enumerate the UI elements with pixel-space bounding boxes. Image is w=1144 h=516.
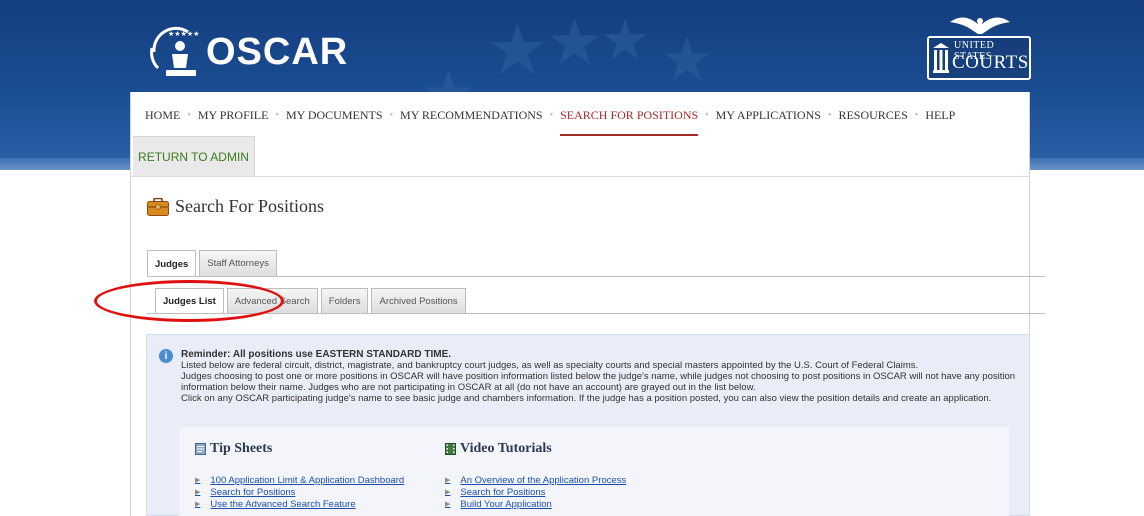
primary-tabs: Judges Staff Attorneys: [147, 250, 280, 277]
nav-separator: •: [827, 110, 832, 121]
video-tutorial-link[interactable]: ▶ Search for Positions: [445, 487, 626, 499]
tip-sheets-title: Tip Sheets: [210, 441, 273, 456]
oscar-logo[interactable]: ★★★★★ OSCAR: [144, 22, 348, 82]
video-tutorial-link[interactable]: ▶ An Overview of the Application Process: [445, 475, 626, 487]
tip-sheets-icon: [195, 443, 206, 455]
page-header: Search For Positions: [147, 196, 324, 217]
pillars-icon: [933, 43, 949, 73]
link-text[interactable]: Search for Positions: [210, 487, 295, 499]
tab-folders[interactable]: Folders: [320, 288, 369, 313]
tip-sheet-link[interactable]: ▶ 100 Application Limit & Application Das…: [195, 475, 404, 487]
nav-divider: [131, 176, 1029, 177]
info-line-1: Listed below are federal circuit, distri…: [181, 360, 919, 371]
tab-staff-attorneys[interactable]: Staff Attorneys: [199, 250, 277, 276]
arrow-icon: ▶: [195, 489, 201, 496]
oscar-emblem-icon: ★★★★★: [144, 22, 204, 82]
briefcase-icon: [147, 197, 169, 216]
us-courts-logo[interactable]: UNITED STATES COURTS: [924, 12, 1034, 84]
video-tutorials-heading: Video Tutorials: [445, 441, 626, 457]
nav-help[interactable]: HELP: [925, 108, 955, 123]
tab-archived-positions[interactable]: Archived Positions: [371, 288, 466, 313]
nav-separator: •: [389, 110, 394, 121]
tip-sheet-link[interactable]: ▶ Use the Advanced Search Feature: [195, 499, 404, 511]
eagle-icon: [950, 17, 1010, 34]
nav-my-documents[interactable]: MY DOCUMENTS: [286, 108, 383, 123]
arrow-icon: ▶: [195, 477, 201, 484]
tab-judges[interactable]: Judges: [147, 250, 197, 277]
page-title: Search For Positions: [175, 196, 325, 216]
link-text[interactable]: Build Your Application: [460, 499, 551, 511]
info-line-3: Click on any OSCAR participating judge's…: [181, 393, 992, 404]
main-nav: HOME • MY PROFILE • MY DOCUMENTS • MY RE…: [145, 108, 955, 136]
info-text: Reminder: All positions use EASTERN STAN…: [181, 349, 1025, 404]
video-tutorial-link[interactable]: ▶ Build Your Application: [445, 499, 626, 511]
resources-box: Tip Sheets ▶ 100 Application Limit & Appl…: [179, 427, 1009, 516]
nav-search-for-positions[interactable]: SEARCH FOR POSITIONS: [560, 108, 699, 136]
info-icon: i: [159, 349, 173, 363]
arrow-icon: ▶: [195, 501, 201, 508]
nav-separator: •: [275, 110, 279, 121]
decorative-star: ★: [546, 6, 604, 78]
arrow-icon: ▶: [445, 477, 451, 484]
nav-separator: •: [914, 110, 919, 121]
logo-text: OSCAR: [206, 30, 349, 73]
nav-separator: •: [549, 110, 554, 121]
nav-my-recommendations[interactable]: MY RECOMMENDATIONS: [400, 108, 543, 123]
reminder-text: Reminder: All positions use EASTERN STAN…: [181, 349, 452, 360]
return-to-admin-button[interactable]: RETURN TO ADMIN: [133, 136, 255, 176]
decorative-star: ★: [486, 10, 549, 88]
video-tutorials-title: Video Tutorials: [460, 441, 552, 456]
decorative-star: ★: [660, 26, 714, 93]
nav-separator: •: [187, 110, 191, 121]
annotation-highlight-oval: [94, 280, 284, 322]
tab-divider: [147, 276, 1045, 277]
nav-resources[interactable]: RESOURCES: [838, 108, 907, 123]
arrow-icon: ▶: [445, 501, 451, 508]
tip-sheets-heading: Tip Sheets: [195, 441, 404, 457]
link-text[interactable]: Use the Advanced Search Feature: [210, 499, 355, 511]
courts-line-2: COURTS: [952, 52, 1029, 73]
nav-my-applications[interactable]: MY APPLICATIONS: [716, 108, 821, 123]
link-text[interactable]: Search for Positions: [460, 487, 545, 499]
video-tutorials-section: Video Tutorials ▶ An Overview of the Appl…: [445, 441, 626, 511]
link-text[interactable]: An Overview of the Application Process: [460, 475, 626, 487]
svg-text:★★★★★: ★★★★★: [168, 30, 199, 38]
tip-sheets-section: Tip Sheets ▶ 100 Application Limit & Appl…: [195, 441, 404, 511]
info-panel: i Reminder: All positions use EASTERN ST…: [146, 334, 1030, 516]
nav-my-profile[interactable]: MY PROFILE: [198, 108, 269, 123]
film-icon: [445, 443, 456, 455]
nav-separator: •: [705, 110, 709, 121]
tab-divider: [147, 313, 1045, 314]
arrow-icon: ▶: [445, 489, 451, 496]
nav-home[interactable]: HOME: [145, 108, 180, 123]
tip-sheet-link[interactable]: ▶ Search for Positions: [195, 487, 404, 499]
link-text[interactable]: 100 Application Limit & Application Dash…: [210, 475, 404, 487]
decorative-star: ★: [600, 8, 651, 71]
info-line-2: Judges choosing to post one or more posi…: [181, 371, 1016, 393]
